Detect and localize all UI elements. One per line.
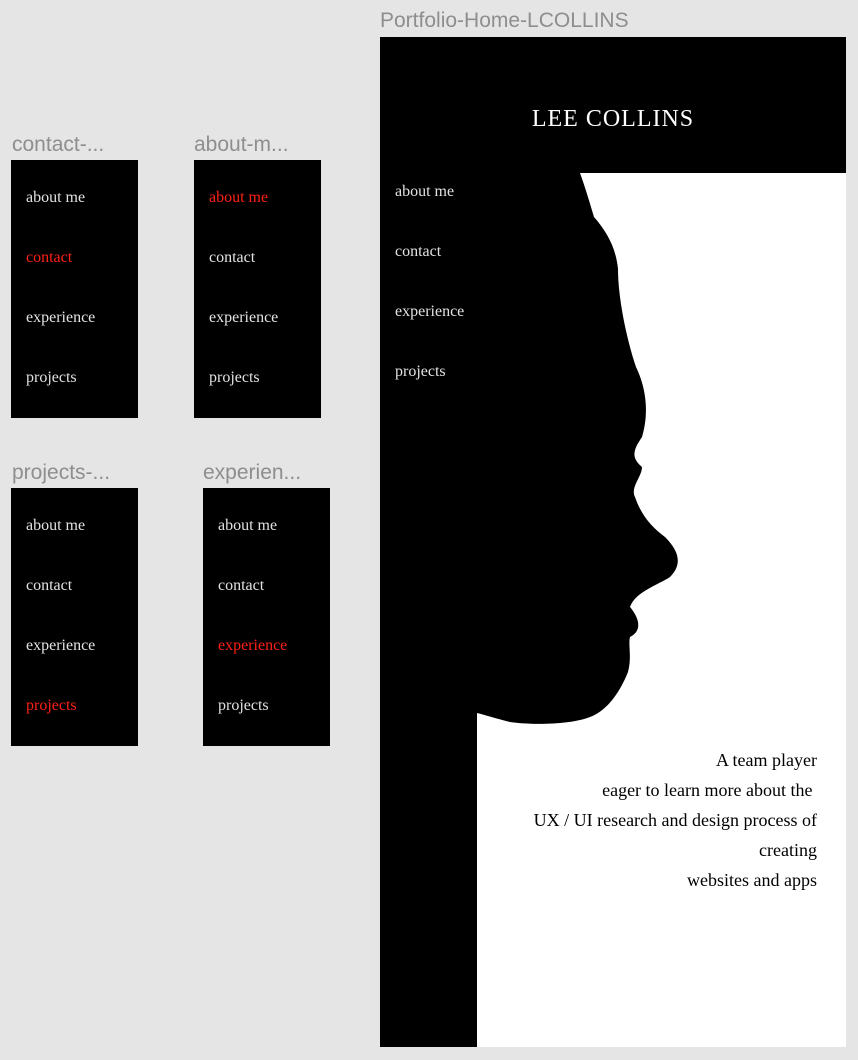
frame-label-projects[interactable]: projects-...	[12, 462, 110, 483]
tagline-line: UX / UI research and design process of	[533, 810, 817, 830]
frame-label-contact[interactable]: contact-...	[12, 134, 104, 155]
menu-item-contact[interactable]: contact	[26, 578, 72, 594]
menu-item-about-me[interactable]: about me	[26, 190, 85, 206]
tagline-line: eager to learn more about the	[602, 780, 817, 800]
home-sidebar: about me contact experience projects	[380, 173, 477, 1047]
menu-item-experience[interactable]: experience	[209, 310, 278, 326]
frame-label-about[interactable]: about-m...	[194, 134, 289, 155]
menu-item-experience[interactable]: experience	[218, 638, 287, 654]
menu-item-contact[interactable]: contact	[209, 250, 255, 266]
menu-item-projects[interactable]: projects	[218, 698, 269, 714]
menu-frame-experience: about me contact experience projects	[203, 488, 330, 746]
tagline-line: websites and apps	[687, 870, 817, 890]
tagline-line: A team player	[716, 750, 817, 770]
menu-item-projects[interactable]: projects	[26, 370, 77, 386]
menu-item-experience[interactable]: experience	[26, 638, 95, 654]
frame-label-experience[interactable]: experien...	[203, 462, 301, 483]
nav-contact[interactable]: contact	[395, 244, 441, 260]
menu-item-about-me[interactable]: about me	[218, 518, 277, 534]
frame-label-home[interactable]: Portfolio-Home-LCOLLINS	[380, 10, 629, 31]
site-title[interactable]: LEE COLLINS	[380, 107, 846, 131]
tagline-line: creating	[759, 840, 817, 860]
menu-item-about-me[interactable]: about me	[26, 518, 85, 534]
home-frame: LEE COLLINS about me contact experience …	[380, 37, 846, 1047]
tagline: A team player eager to learn more about …	[457, 745, 817, 895]
menu-item-contact[interactable]: contact	[26, 250, 72, 266]
menu-frame-projects: about me contact experience projects	[11, 488, 138, 746]
menu-frame-contact: about me contact experience projects	[11, 160, 138, 418]
site-header: LEE COLLINS	[380, 37, 846, 173]
menu-item-projects[interactable]: projects	[209, 370, 260, 386]
nav-experience[interactable]: experience	[395, 304, 464, 320]
nav-about-me[interactable]: about me	[395, 184, 454, 200]
nav-projects[interactable]: projects	[395, 364, 446, 380]
menu-frame-about: about me contact experience projects	[194, 160, 321, 418]
menu-item-experience[interactable]: experience	[26, 310, 95, 326]
menu-item-projects[interactable]: projects	[26, 698, 77, 714]
menu-item-about-me[interactable]: about me	[209, 190, 268, 206]
menu-item-contact[interactable]: contact	[218, 578, 264, 594]
